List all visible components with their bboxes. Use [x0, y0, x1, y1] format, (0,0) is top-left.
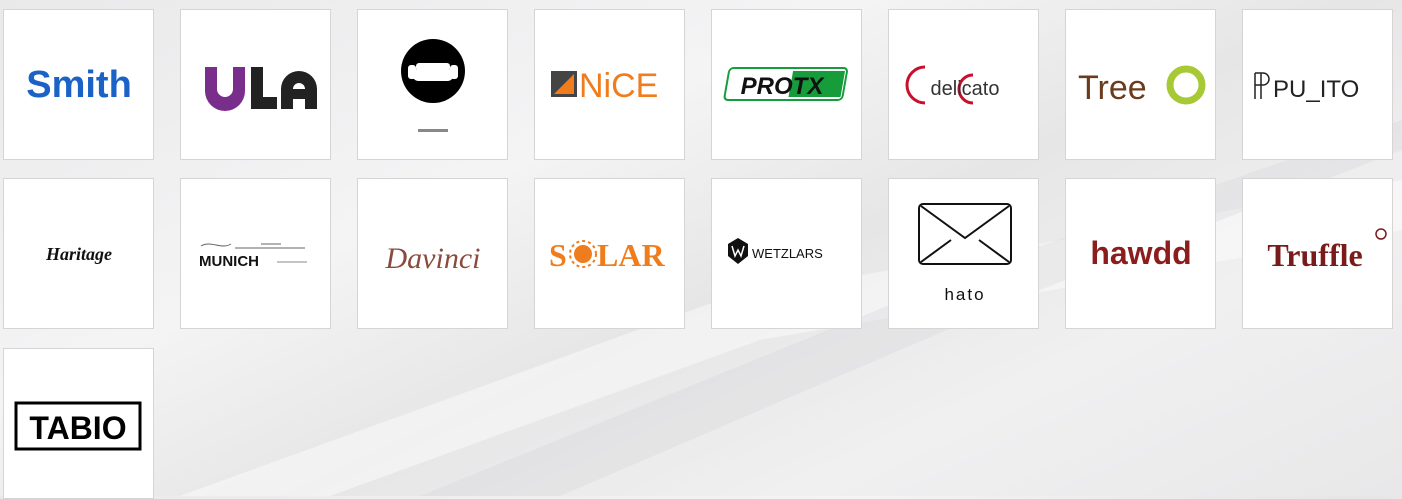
- brand-tile-sofa[interactable]: [357, 9, 508, 160]
- hato-logo: hato: [918, 203, 1012, 304]
- protx-logo: PROTX: [723, 67, 848, 101]
- smith-logo-text: Smith: [26, 64, 132, 106]
- brand-tile-treeo[interactable]: Tree: [1065, 9, 1216, 160]
- tabio-logo: TABIO: [14, 401, 142, 451]
- wetzlars-logo-text: WETZLARS: [752, 246, 823, 261]
- haritage-logo: Haritage: [45, 244, 112, 264]
- treeo-logo-text: Tree: [1078, 69, 1147, 107]
- nice-logo: NiCE: [551, 67, 658, 105]
- delicato-logo-text: delicato: [931, 78, 1000, 100]
- protx-logo-text: PROTX: [741, 73, 826, 100]
- sofa-logo: [401, 39, 465, 132]
- davinci-logo: Davinci: [385, 242, 481, 275]
- tabio-logo-text: TABIO: [29, 410, 126, 446]
- hawdd-logo: hawdd: [1090, 235, 1191, 271]
- haritage-logo-text: Haritage: [45, 244, 112, 264]
- solar-logo: S LAR: [549, 237, 665, 273]
- brand-tile-solar[interactable]: S LAR: [534, 178, 685, 329]
- wetzlars-logo: WETZLARS: [728, 238, 823, 264]
- truffle-logo-text: Truffle: [1267, 237, 1362, 273]
- solar-logo-text-s: S: [549, 237, 567, 273]
- truffle-logo: Truffle: [1267, 228, 1387, 273]
- brand-tile-haritage[interactable]: Haritage: [3, 178, 154, 329]
- pulito-logo-text: PU_ITO: [1273, 76, 1359, 103]
- brand-tile-tabio[interactable]: TABIO: [3, 348, 154, 499]
- munich-logo: MUNICH: [199, 243, 307, 270]
- brand-tile-wetzlars[interactable]: WETZLARS: [711, 178, 862, 329]
- pulito-logo: PU_ITO: [1254, 72, 1359, 103]
- brand-tile-ula[interactable]: [180, 9, 331, 160]
- brand-tile-pulito[interactable]: PU_ITO: [1242, 9, 1393, 160]
- brand-tile-smith[interactable]: Smith: [3, 9, 154, 160]
- delicato-logo: delicato: [905, 65, 1000, 105]
- brand-tile-davinci[interactable]: Davinci: [357, 178, 508, 329]
- hato-logo-text: hato: [944, 285, 985, 304]
- brand-tile-protx[interactable]: PROTX: [711, 9, 862, 160]
- hawdd-logo-text: hawdd: [1090, 235, 1191, 271]
- davinci-logo-text: Davinci: [385, 242, 481, 275]
- treeo-logo: Tree: [1078, 65, 1206, 107]
- solar-logo-text-lar: LAR: [597, 237, 665, 273]
- nice-logo-text: NiCE: [579, 67, 658, 105]
- ula-logo: [205, 67, 317, 111]
- brand-tile-delicato[interactable]: delicato: [888, 9, 1039, 160]
- brand-tile-truffle[interactable]: Truffle: [1242, 178, 1393, 329]
- munich-logo-text: MUNICH: [199, 253, 259, 270]
- brand-tile-munich[interactable]: MUNICH: [180, 178, 331, 329]
- brand-tile-hato[interactable]: hato: [888, 178, 1039, 329]
- brand-tile-hawdd[interactable]: hawdd: [1065, 178, 1216, 329]
- brand-tile-nice[interactable]: NiCE: [534, 9, 685, 160]
- smith-logo: Smith: [26, 64, 132, 106]
